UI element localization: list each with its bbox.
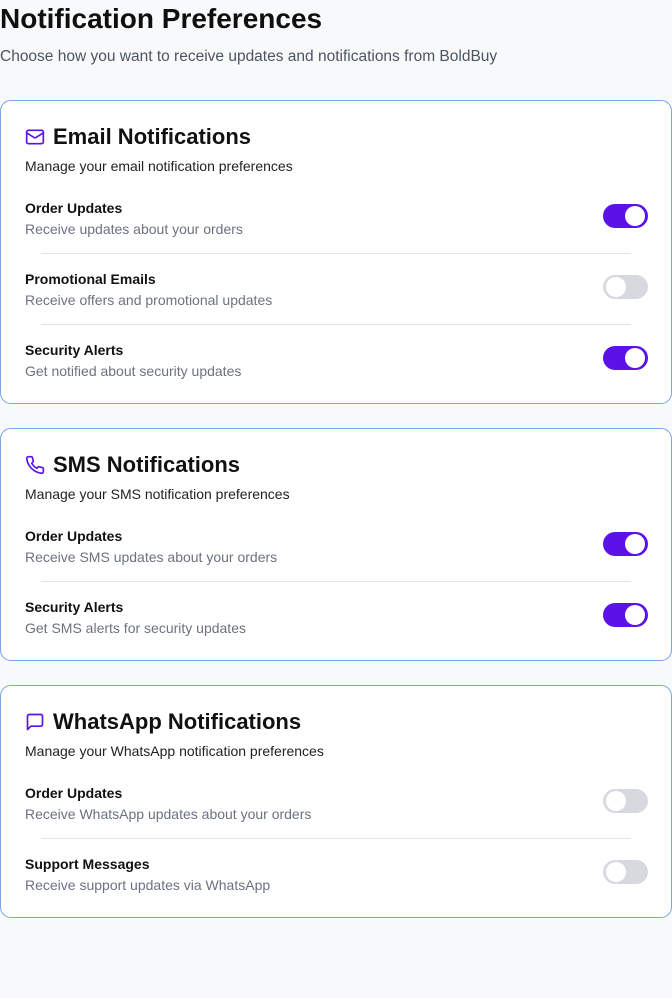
setting-text: Order Updates Receive updates about your… bbox=[25, 199, 243, 238]
toggle-knob bbox=[625, 534, 645, 554]
toggle-knob bbox=[625, 206, 645, 226]
divider bbox=[41, 324, 631, 325]
setting-row-whatsapp-order-updates: Order Updates Receive WhatsApp updates a… bbox=[1, 784, 671, 855]
whatsapp-order-updates-toggle[interactable] bbox=[603, 789, 648, 813]
setting-label: Order Updates bbox=[25, 528, 123, 544]
setting-description: Receive support updates via WhatsApp bbox=[25, 877, 271, 893]
setting-text: Order Updates Receive SMS updates about … bbox=[25, 527, 277, 566]
setting-label: Security Alerts bbox=[25, 342, 124, 358]
setting-row-sms-order-updates: Order Updates Receive SMS updates about … bbox=[1, 527, 671, 598]
whatsapp-notifications-card: WhatsApp Notifications Manage your Whats… bbox=[0, 685, 672, 918]
setting-label: Order Updates bbox=[25, 200, 123, 216]
card-title: WhatsApp Notifications bbox=[53, 709, 302, 734]
sms-notifications-card: SMS Notifications Manage your SMS notifi… bbox=[0, 428, 672, 661]
email-security-alerts-toggle[interactable] bbox=[603, 346, 648, 370]
divider bbox=[41, 838, 631, 839]
toggle-knob bbox=[606, 791, 626, 811]
toggle-knob bbox=[625, 605, 645, 625]
setting-description: Receive SMS updates about your orders bbox=[25, 549, 278, 565]
card-description: Manage your email notification preferenc… bbox=[25, 158, 293, 174]
card-description: Manage your SMS notification preferences bbox=[25, 486, 290, 502]
card-header: WhatsApp Notifications bbox=[25, 708, 301, 736]
setting-text: Promotional Emails Receive offers and pr… bbox=[25, 270, 272, 309]
setting-row-email-security-alerts: Security Alerts Get notified about secur… bbox=[1, 341, 671, 412]
email-notifications-card: Email Notifications Manage your email no… bbox=[0, 100, 672, 404]
divider bbox=[41, 253, 631, 254]
setting-text: Support Messages Receive support updates… bbox=[25, 855, 270, 894]
setting-label: Support Messages bbox=[25, 856, 150, 872]
page-subtitle: Choose how you want to receive updates a… bbox=[0, 48, 498, 65]
setting-label: Order Updates bbox=[25, 785, 123, 801]
setting-row-email-order-updates: Order Updates Receive updates about your… bbox=[1, 199, 671, 270]
toggle-knob bbox=[606, 862, 626, 882]
promotional-emails-toggle[interactable] bbox=[603, 275, 648, 299]
card-title: Email Notifications bbox=[53, 124, 252, 149]
toggle-knob bbox=[606, 277, 626, 297]
setting-label: Promotional Emails bbox=[25, 271, 156, 287]
setting-text: Security Alerts Get SMS alerts for secur… bbox=[25, 598, 246, 637]
setting-description: Receive WhatsApp updates about your orde… bbox=[25, 806, 312, 822]
setting-row-support-messages: Support Messages Receive support updates… bbox=[1, 855, 671, 926]
mail-icon bbox=[25, 127, 45, 147]
sms-security-alerts-toggle[interactable] bbox=[603, 603, 648, 627]
phone-icon bbox=[25, 455, 45, 475]
setting-description: Receive updates about your orders bbox=[25, 221, 243, 237]
setting-text: Security Alerts Get notified about secur… bbox=[25, 341, 241, 380]
setting-label: Security Alerts bbox=[25, 599, 124, 615]
notification-preferences-page: Notification Preferences Choose how you … bbox=[0, 0, 672, 998]
page-title: Notification Preferences bbox=[0, 3, 323, 34]
setting-text: Order Updates Receive WhatsApp updates a… bbox=[25, 784, 311, 823]
setting-description: Receive offers and promotional updates bbox=[25, 292, 273, 308]
card-description: Manage your WhatsApp notification prefer… bbox=[25, 743, 324, 759]
card-header: SMS Notifications bbox=[25, 451, 240, 479]
setting-row-sms-security-alerts: Security Alerts Get SMS alerts for secur… bbox=[1, 598, 671, 669]
toggle-knob bbox=[625, 348, 645, 368]
divider bbox=[41, 581, 631, 582]
setting-description: Get notified about security updates bbox=[25, 363, 242, 379]
support-messages-toggle[interactable] bbox=[603, 860, 648, 884]
card-title: SMS Notifications bbox=[53, 452, 241, 477]
message-icon bbox=[25, 712, 45, 732]
card-header: Email Notifications bbox=[25, 123, 251, 151]
setting-description: Get SMS alerts for security updates bbox=[25, 620, 246, 636]
sms-order-updates-toggle[interactable] bbox=[603, 532, 648, 556]
setting-row-promotional-emails: Promotional Emails Receive offers and pr… bbox=[1, 270, 671, 341]
email-order-updates-toggle[interactable] bbox=[603, 204, 648, 228]
